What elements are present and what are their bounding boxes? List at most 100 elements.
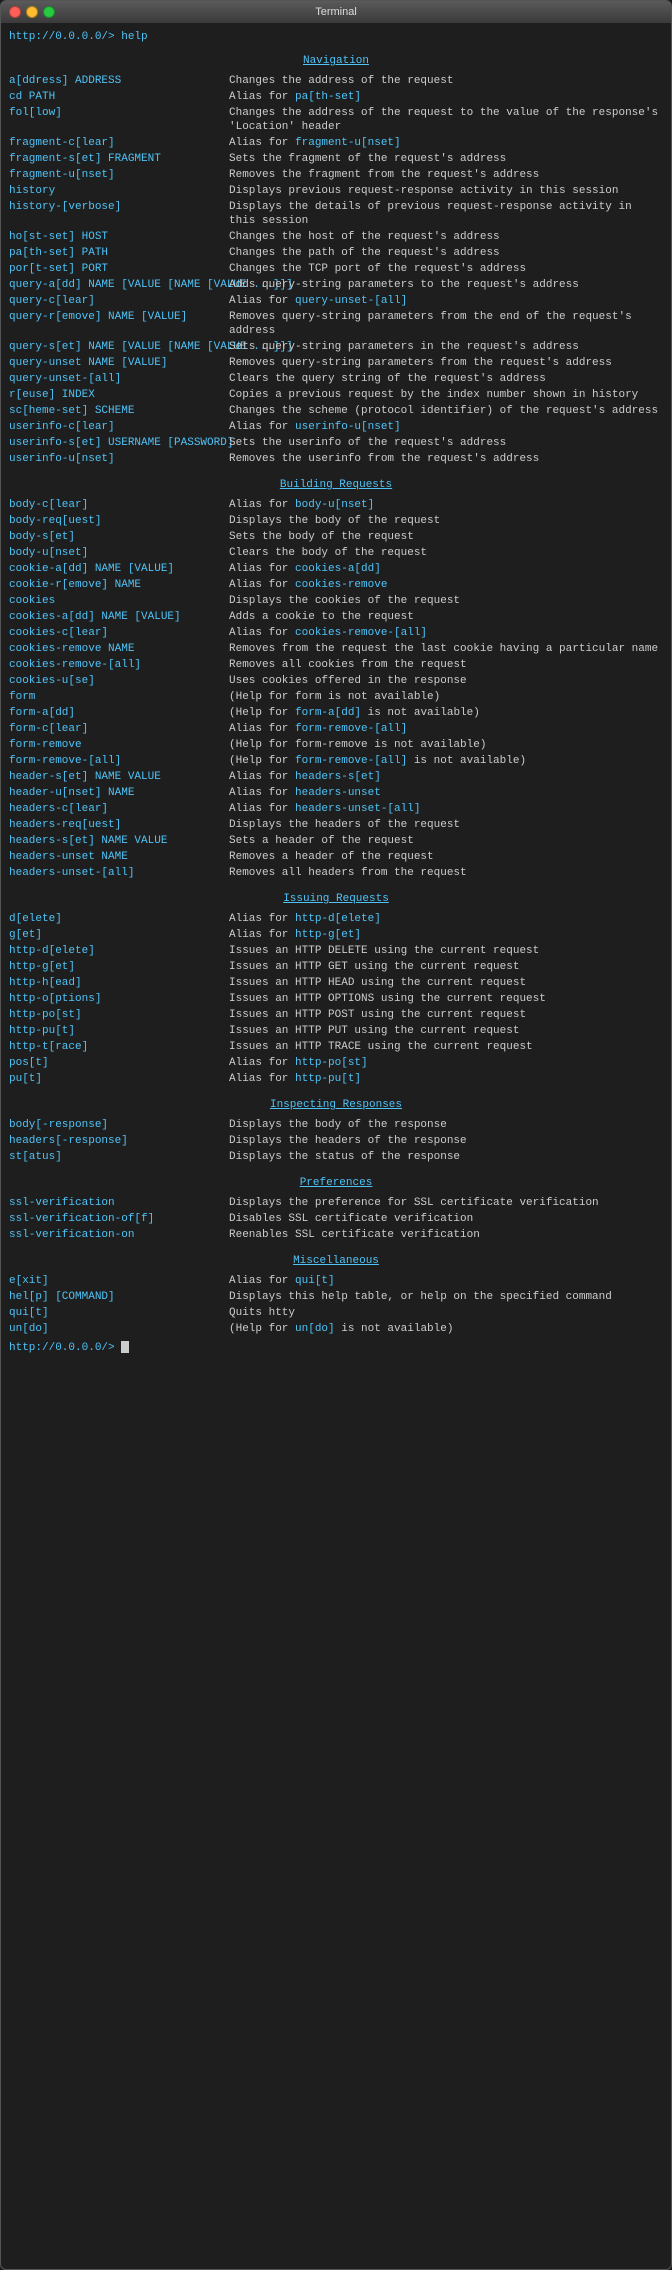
command-description: Reenables SSL certificate verification <box>229 1227 663 1243</box>
minimize-button[interactable] <box>26 6 38 18</box>
table-row: headers-s[et] NAME VALUESets a header of… <box>9 833 663 849</box>
command-name: fragment-c[lear] <box>9 135 229 151</box>
command-description: Displays previous request-response activ… <box>229 183 663 199</box>
close-button[interactable] <box>9 6 21 18</box>
command-description: Issues an HTTP POST using the current re… <box>229 1007 663 1023</box>
command-description: Issues an HTTP TRACE using the current r… <box>229 1039 663 1055</box>
command-description: Displays the preference for SSL certific… <box>229 1195 663 1211</box>
command-description: Issues an HTTP PUT using the current req… <box>229 1023 663 1039</box>
terminal-content[interactable]: http://0.0.0.0/> help Navigationa[ddress… <box>1 23 671 1360</box>
command-description: Alias for http-d[elete] <box>229 911 663 927</box>
table-row: ssl-verification-of[f]Disables SSL certi… <box>9 1211 663 1227</box>
command-name: form <box>9 689 229 705</box>
command-name: form-remove <box>9 737 229 753</box>
command-name: history-[verbose] <box>9 199 229 229</box>
table-row: http-po[st]Issues an HTTP POST using the… <box>9 1007 663 1023</box>
command-name: cookies <box>9 593 229 609</box>
command-description: Clears the query string of the request's… <box>229 371 663 387</box>
command-description: Alias for form-remove-[all] <box>229 721 663 737</box>
command-name: a[ddress] ADDRESS <box>9 73 229 89</box>
table-row: e[xit]Alias for qui[t] <box>9 1273 663 1289</box>
table-row: form-c[lear]Alias for form-remove-[all] <box>9 721 663 737</box>
command-name: ssl-verification <box>9 1195 229 1211</box>
command-description: Adds query-string parameters to the requ… <box>229 277 663 293</box>
help-sections: Navigation a[ddress] ADDRESSChanges the a… <box>9 55 663 1337</box>
command-name: ssl-verification-of[f] <box>9 1211 229 1227</box>
command-description: Removes the userinfo from the request's … <box>229 451 663 467</box>
command-name: headers-req[uest] <box>9 817 229 833</box>
command-description: (Help for form is not available) <box>229 689 663 705</box>
window-controls[interactable] <box>9 6 55 18</box>
table-row: body-c[lear]Alias for body-u[nset] <box>9 497 663 513</box>
table-row: body[-response]Displays the body of the … <box>9 1117 663 1133</box>
command-name: ho[st-set] HOST <box>9 229 229 245</box>
command-name: cookies-remove-[all] <box>9 657 229 673</box>
command-table-miscellaneous: e[xit]Alias for qui[t]hel[p] [COMMAND]Di… <box>9 1273 663 1337</box>
title-bar: Terminal <box>1 1 671 23</box>
command-name: ssl-verification-on <box>9 1227 229 1243</box>
command-description: Alias for qui[t] <box>229 1273 663 1289</box>
command-description: Issues an HTTP GET using the current req… <box>229 959 663 975</box>
command-description: Changes the scheme (protocol identifier)… <box>229 403 663 419</box>
table-row: userinfo-u[nset]Removes the userinfo fro… <box>9 451 663 467</box>
command-description: Adds a cookie to the request <box>229 609 663 625</box>
table-row: ssl-verification-onReenables SSL certifi… <box>9 1227 663 1243</box>
command-description: Displays the details of previous request… <box>229 199 663 229</box>
section-header-preferences: Preferences <box>9 1177 663 1189</box>
command-description: Displays the body of the request <box>229 513 663 529</box>
command-description: Alias for http-po[st] <box>229 1055 663 1071</box>
table-row: userinfo-c[lear]Alias for userinfo-u[nse… <box>9 419 663 435</box>
command-name: body-req[uest] <box>9 513 229 529</box>
command-description: Disables SSL certificate verification <box>229 1211 663 1227</box>
command-table-inspecting-responses: body[-response]Displays the body of the … <box>9 1117 663 1165</box>
command-name: headers-unset-[all] <box>9 865 229 881</box>
command-name: qui[t] <box>9 1305 229 1321</box>
command-description: Displays the body of the response <box>229 1117 663 1133</box>
table-row: pos[t]Alias for http-po[st] <box>9 1055 663 1071</box>
table-row: body-req[uest]Displays the body of the r… <box>9 513 663 529</box>
command-table-building-requests: body-c[lear]Alias for body-u[nset]body-r… <box>9 497 663 881</box>
table-row: historyDisplays previous request-respons… <box>9 183 663 199</box>
command-name: r[euse] INDEX <box>9 387 229 403</box>
command-description: Quits htty <box>229 1305 663 1321</box>
table-row: g[et]Alias for http-g[et] <box>9 927 663 943</box>
table-row: headers-unset NAMERemoves a header of th… <box>9 849 663 865</box>
table-row: headers[-response]Displays the headers o… <box>9 1133 663 1149</box>
table-row: headers-unset-[all]Removes all headers f… <box>9 865 663 881</box>
command-description: Alias for fragment-u[nset] <box>229 135 663 151</box>
command-name: headers[-response] <box>9 1133 229 1149</box>
table-row: query-r[emove] NAME [VALUE]Removes query… <box>9 309 663 339</box>
command-description: Sets a header of the request <box>229 833 663 849</box>
command-name: g[et] <box>9 927 229 943</box>
table-row: form-remove(Help for form-remove is not … <box>9 737 663 753</box>
command-description: Sets query-string parameters in the requ… <box>229 339 663 355</box>
table-row: ssl-verificationDisplays the preference … <box>9 1195 663 1211</box>
command-description: Alias for pa[th-set] <box>229 89 663 105</box>
command-description: (Help for form-a[dd] is not available) <box>229 705 663 721</box>
command-name: form-a[dd] <box>9 705 229 721</box>
command-description: Issues an HTTP DELETE using the current … <box>229 943 663 959</box>
command-description: Changes the address of the request to th… <box>229 105 663 135</box>
command-name: d[elete] <box>9 911 229 927</box>
table-row: cookiesDisplays the cookies of the reque… <box>9 593 663 609</box>
table-row: headers-req[uest]Displays the headers of… <box>9 817 663 833</box>
command-name: fragment-u[nset] <box>9 167 229 183</box>
command-description: Alias for headers-unset-[all] <box>229 801 663 817</box>
command-name: e[xit] <box>9 1273 229 1289</box>
command-description: Alias for http-g[et] <box>229 927 663 943</box>
command-name: http-po[st] <box>9 1007 229 1023</box>
maximize-button[interactable] <box>43 6 55 18</box>
section-header-miscellaneous: Miscellaneous <box>9 1255 663 1267</box>
table-row: body-s[et]Sets the body of the request <box>9 529 663 545</box>
command-description: Alias for cookies-remove <box>229 577 663 593</box>
section-header-navigation: Navigation <box>9 55 663 67</box>
command-description: Changes the path of the request's addres… <box>229 245 663 261</box>
command-name: headers-s[et] NAME VALUE <box>9 833 229 849</box>
table-row: headers-c[lear]Alias for headers-unset-[… <box>9 801 663 817</box>
command-description: Issues an HTTP OPTIONS using the current… <box>229 991 663 1007</box>
command-name: pu[t] <box>9 1071 229 1087</box>
command-name: sc[heme-set] SCHEME <box>9 403 229 419</box>
command-name: pa[th-set] PATH <box>9 245 229 261</box>
command-name: http-pu[t] <box>9 1023 229 1039</box>
command-name: header-u[nset] NAME <box>9 785 229 801</box>
